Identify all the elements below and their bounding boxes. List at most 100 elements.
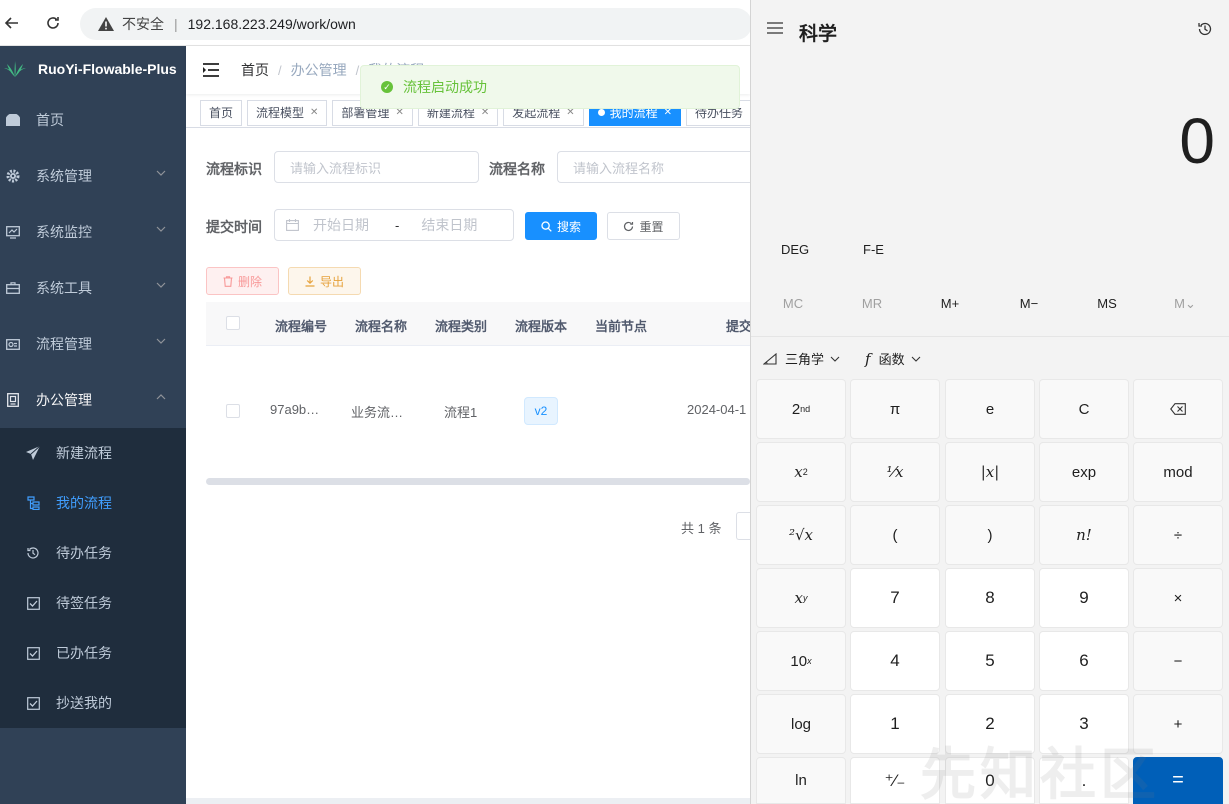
row-checkbox[interactable] [226,404,240,418]
back-icon[interactable] [0,12,22,34]
sidebar-subitem-claim[interactable]: 待签任务 [0,578,186,628]
memory-recall-button[interactable]: MR [847,296,897,311]
reload-icon[interactable] [42,12,64,34]
start-date-input[interactable]: 开始日期 [313,215,369,235]
sidebar-subitem-todo[interactable]: 待办任务 [0,528,186,578]
square-root-key[interactable]: ²√x [756,505,846,565]
sidebar-item-monitor[interactable]: 系统监控 [0,204,186,260]
tag-model[interactable]: 流程模型 ✕ [247,99,328,126]
cell-submit-time: 2024-04-1 [687,402,747,417]
digit-8-key[interactable]: 8 [945,568,1035,628]
multiply-key[interactable]: × [1133,568,1223,628]
delete-button[interactable]: 删除 [206,267,279,295]
digit-5-key[interactable]: 5 [945,631,1035,691]
second-function-key[interactable]: 2nd [756,379,846,439]
checkbox-icon [26,596,40,610]
sidebar-subitem-cc[interactable]: 抄送我的 [0,678,186,728]
checkbox-icon [26,696,40,710]
app-logo[interactable]: RuoYi-Flowable-Plus [0,46,186,92]
digit-2-key[interactable]: 2 [945,694,1035,754]
end-date-input[interactable]: 结束日期 [421,215,477,235]
key-superscript: x [807,656,812,666]
factorial-key[interactable]: n! [1039,505,1129,565]
left-paren-key[interactable]: ( [850,505,940,565]
euler-key[interactable]: e [945,379,1035,439]
digit-0-key[interactable]: 0 [945,757,1035,804]
clear-key[interactable]: C [1039,379,1129,439]
negate-key[interactable]: ⁺⁄₋ [850,757,940,804]
angle-mode-button[interactable]: DEG [781,242,809,257]
key-label: |x| [980,463,1000,481]
mod-key[interactable]: mod [1133,442,1223,502]
power-key[interactable]: xy [756,568,846,628]
process-name-input[interactable]: 请输入流程名称 [557,151,750,183]
column-header[interactable]: 流程名称 [355,316,407,335]
breadcrumb-home[interactable]: 首页 [241,60,269,80]
absolute-key[interactable]: |x| [945,442,1035,502]
pi-key[interactable]: π [850,379,940,439]
square-key[interactable]: x2 [756,442,846,502]
tag-home[interactable]: 首页 [200,99,243,126]
digit-9-key[interactable]: 9 [1039,568,1129,628]
memory-list-button[interactable]: M⌄ [1160,296,1210,312]
sidebar-item-label: 流程管理 [36,336,92,352]
search-button[interactable]: 搜索 [525,212,597,240]
sidebar-item-office[interactable]: 办公管理 [0,372,186,428]
cell-process-name: 业务流… [351,405,404,420]
memory-add-button[interactable]: M+ [925,296,975,311]
date-range-picker[interactable]: 开始日期 - 结束日期 [274,209,514,241]
memory-store-button[interactable]: MS [1082,296,1132,311]
sidebar-item-tools[interactable]: 系统工具 [0,260,186,316]
breadcrumb-office[interactable]: 办公管理 [291,60,347,80]
reset-button[interactable]: 重置 [607,212,680,240]
horizontal-scrollbar[interactable] [206,478,750,485]
column-header[interactable]: 流程版本 [515,316,567,335]
function-dropdown[interactable]: f 函数 [865,349,921,368]
calculator-display: 0 [1179,105,1215,177]
log-key[interactable]: log [756,694,846,754]
select-all-checkbox[interactable] [226,316,240,330]
sidebar-item-system[interactable]: 系统管理 [0,148,186,204]
digit-3-key[interactable]: 3 [1039,694,1129,754]
digit-7-key[interactable]: 7 [850,568,940,628]
sidebar-subitem-new-process[interactable]: 新建流程 [0,428,186,478]
digit-1-key[interactable]: 1 [850,694,940,754]
digit-6-key[interactable]: 6 [1039,631,1129,691]
divide-key[interactable]: ÷ [1133,505,1223,565]
export-button[interactable]: 导出 [288,267,361,295]
column-header[interactable]: 流程类别 [435,316,487,335]
sidebar-item-home[interactable]: 首页 [0,92,186,148]
sidebar-item-process[interactable]: 流程管理 [0,316,186,372]
url-text[interactable]: 192.168.223.249/work/own [188,16,356,32]
process-key-input[interactable]: 请输入流程标识 [274,151,479,183]
backspace-key[interactable] [1133,379,1223,439]
history-icon[interactable] [1197,21,1213,37]
column-header[interactable]: 提交 [726,316,752,335]
sidebar-item-label: 系统监控 [36,224,92,240]
hamburger-icon[interactable] [203,63,219,77]
memory-subtract-button[interactable]: M− [1004,296,1054,311]
right-paren-key[interactable]: ) [945,505,1035,565]
reciprocal-key[interactable]: ¹⁄x [850,442,940,502]
ten-power-key[interactable]: 10 x [756,631,846,691]
trig-dropdown[interactable]: 三角学 [763,349,840,368]
menu-icon[interactable] [767,22,783,34]
ln-key[interactable]: ln [756,757,846,804]
subtract-key[interactable]: − [1133,631,1223,691]
digit-4-key[interactable]: 4 [850,631,940,691]
column-header[interactable]: 流程编号 [275,316,327,335]
fe-toggle-button[interactable]: F-E [863,242,884,257]
tag-label: 首页 [209,106,234,120]
sidebar-subitem-done[interactable]: 已办任务 [0,628,186,678]
close-icon[interactable]: ✕ [310,107,318,118]
decimal-key[interactable]: . [1039,757,1129,804]
document-icon [6,393,20,407]
exp-key[interactable]: exp [1039,442,1129,502]
address-bar[interactable]: 不安全 | 192.168.223.249/work/own [80,8,752,40]
memory-clear-button[interactable]: MC [768,296,818,311]
sidebar-subitem-label: 我的流程 [56,495,112,511]
add-key[interactable]: + [1133,694,1223,754]
sidebar-subitem-my-process[interactable]: 我的流程 [0,478,186,528]
column-header[interactable]: 当前节点 [595,316,647,335]
equals-key[interactable]: = [1133,757,1223,804]
